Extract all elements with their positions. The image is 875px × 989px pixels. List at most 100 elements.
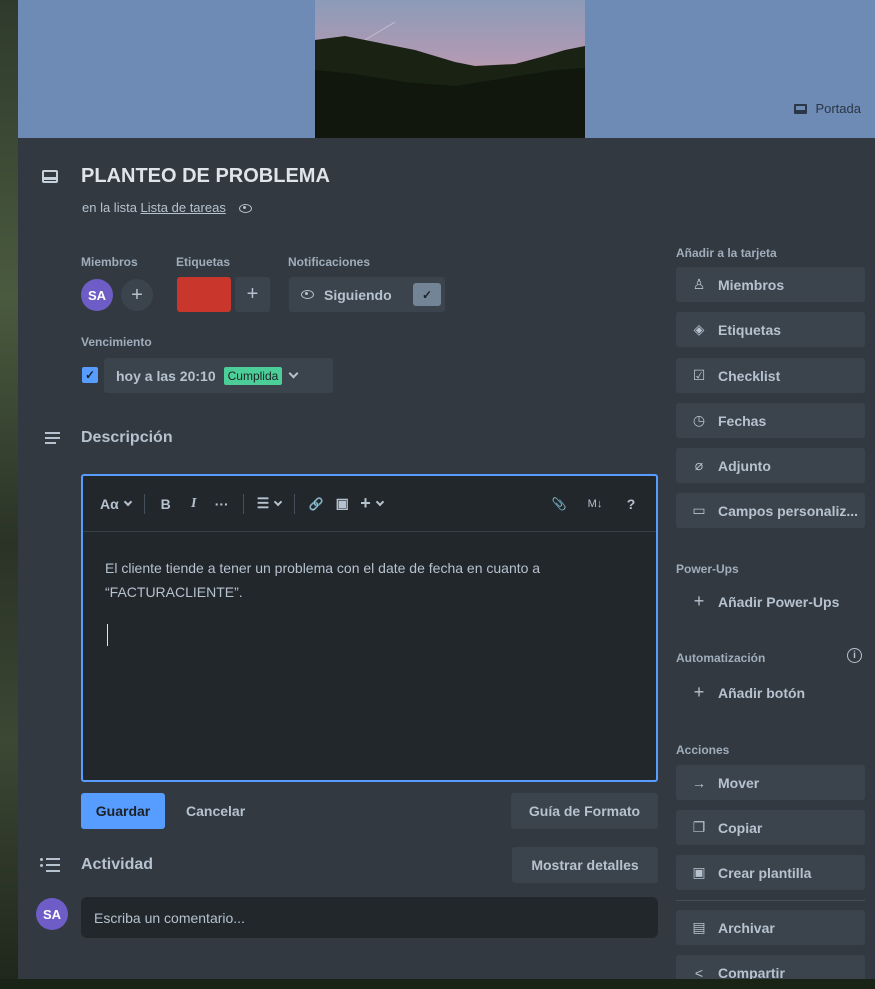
- list-button[interactable]: ☰: [254, 490, 285, 518]
- cover-button[interactable]: Portada: [794, 101, 861, 116]
- plus-icon: +: [693, 591, 705, 611]
- activity-icon: [40, 858, 60, 874]
- description-text[interactable]: El cliente tiende a tener un problema co…: [105, 556, 625, 604]
- list-icon: ☰: [256, 495, 270, 511]
- clock-icon: ◷: [692, 412, 706, 428]
- user-avatar: SA: [36, 898, 68, 930]
- chevron-down-icon: [288, 368, 299, 379]
- due-complete-checkbox[interactable]: ✓: [82, 367, 98, 383]
- board-background-bottom: [0, 979, 875, 989]
- plus-icon: +: [246, 283, 259, 305]
- list-link[interactable]: Lista de tareas: [141, 200, 226, 215]
- due-date-button[interactable]: hoy a las 20:10 Cumplida: [104, 358, 333, 393]
- description-editor[interactable]: Aα B I ··· ☰ 🔗 ▣ + 📎 M↓ ? El cliente tie…: [81, 474, 658, 782]
- create-template-button[interactable]: ▣ Crear plantilla: [676, 855, 865, 890]
- notifications-label: Notificaciones: [288, 255, 371, 269]
- member-avatar[interactable]: SA: [81, 279, 113, 311]
- sidebar-item-label: Crear plantilla: [718, 864, 812, 881]
- italic-button[interactable]: I: [183, 490, 205, 518]
- eye-icon: [301, 290, 314, 299]
- follow-button[interactable]: Siguiendo ✓: [289, 277, 445, 312]
- due-date-value: hoy a las 20:10: [116, 367, 216, 384]
- members-label: Miembros: [81, 255, 138, 269]
- sidebar-item-label: Campos personaliz...: [718, 502, 859, 519]
- sidebar-item-label: Mover: [718, 774, 760, 791]
- card-cover: Portada: [18, 0, 875, 138]
- cover-image: [315, 0, 585, 138]
- share-icon: <: [694, 964, 704, 980]
- copy-icon: ❐: [692, 819, 706, 835]
- save-button[interactable]: Guardar: [81, 793, 165, 829]
- sidebar-attachment-button[interactable]: ⌀ Adjunto: [676, 448, 865, 483]
- powerups-label: Power-Ups: [676, 562, 739, 576]
- comment-input[interactable]: Escriba un comentario...: [81, 897, 658, 938]
- attach-icon[interactable]: 📎: [548, 490, 570, 518]
- markdown-icon[interactable]: M↓: [584, 490, 606, 518]
- editor-toolbar: Aα B I ··· ☰ 🔗 ▣ + 📎 M↓ ?: [83, 476, 656, 532]
- cancel-button[interactable]: Cancelar: [176, 793, 255, 829]
- card-icon: [42, 170, 58, 183]
- plus-icon: +: [131, 283, 143, 306]
- sidebar-dates-button[interactable]: ◷ Fechas: [676, 403, 865, 438]
- text-style-button[interactable]: Aα: [97, 490, 134, 518]
- sidebar-custom-fields-button[interactable]: ▭ Campos personaliz...: [676, 493, 865, 528]
- archive-icon: ▤: [692, 919, 706, 935]
- toolbar-divider: [242, 493, 244, 514]
- board-background: [0, 0, 18, 989]
- add-powerups-button[interactable]: + Añadir Power-Ups: [676, 584, 865, 619]
- show-details-button[interactable]: Mostrar detalles: [512, 847, 658, 883]
- due-status-badge: Cumplida: [223, 366, 283, 385]
- add-to-card-label: Añadir a la tarjeta: [676, 246, 777, 260]
- sidebar-item-label: Añadir Power-Ups: [718, 593, 840, 610]
- sidebar-item-label: Añadir botón: [718, 684, 806, 701]
- format-guide-button[interactable]: Guía de Formato: [511, 793, 658, 829]
- paperclip-icon: ⌀: [694, 457, 704, 473]
- list-prefix: en la lista: [82, 200, 137, 215]
- toolbar-divider: [294, 493, 296, 514]
- chevron-down-icon: [123, 497, 132, 506]
- add-button-button[interactable]: + Añadir botón: [676, 675, 865, 710]
- image-icon[interactable]: ▣: [331, 490, 353, 518]
- card-title[interactable]: PLANTEO DE PROBLEMA: [81, 165, 330, 188]
- due-label: Vencimiento: [81, 335, 152, 349]
- card-detail-modal: Portada PLANTEO DE PROBLEMA en la lista …: [18, 0, 875, 979]
- template-icon: ▣: [692, 864, 706, 880]
- more-formatting-button[interactable]: ···: [211, 490, 233, 518]
- archive-button[interactable]: ▤ Archivar: [676, 910, 865, 945]
- plus-icon: +: [693, 682, 705, 702]
- custom-fields-icon: ▭: [692, 502, 706, 518]
- sidebar-members-button[interactable]: ♙ Miembros: [676, 267, 865, 302]
- cover-button-label: Portada: [815, 101, 861, 116]
- add-member-button[interactable]: +: [121, 279, 153, 311]
- chevron-down-icon: [375, 497, 385, 506]
- check-icon: ✓: [413, 283, 441, 306]
- text-caret: [107, 624, 108, 646]
- info-icon[interactable]: i: [847, 648, 862, 663]
- checklist-icon: ☑: [692, 367, 706, 383]
- text-style-label: Aα: [100, 495, 119, 512]
- sidebar-item-label: Adjunto: [718, 457, 771, 474]
- sidebar-checklist-button[interactable]: ☑ Checklist: [676, 358, 865, 393]
- toolbar-divider: [143, 493, 145, 514]
- watch-eye-icon: [239, 204, 253, 214]
- labels-label: Etiquetas: [176, 255, 231, 269]
- insert-button[interactable]: +: [357, 490, 386, 518]
- sidebar-item-label: Fechas: [718, 412, 767, 429]
- card-label-red[interactable]: [177, 277, 231, 312]
- copy-button[interactable]: ❐ Copiar: [676, 810, 865, 845]
- cover-icon: [794, 103, 808, 114]
- move-button[interactable]: → Mover: [676, 765, 865, 800]
- automation-label: Automatización: [676, 651, 766, 665]
- share-button[interactable]: < Compartir: [676, 955, 865, 979]
- bold-button[interactable]: B: [155, 490, 177, 518]
- tag-icon: ◈: [693, 321, 705, 337]
- add-label-button[interactable]: +: [235, 277, 270, 312]
- help-icon[interactable]: ?: [620, 490, 642, 518]
- sidebar-item-label: Archivar: [718, 919, 775, 936]
- card-list-info: en la lista Lista de tareas: [82, 200, 253, 215]
- description-title: Descripción: [81, 429, 173, 446]
- description-icon: [45, 432, 60, 447]
- sidebar-labels-button[interactable]: ◈ Etiquetas: [676, 312, 865, 347]
- link-icon[interactable]: 🔗: [305, 490, 327, 518]
- actions-label: Acciones: [676, 743, 730, 757]
